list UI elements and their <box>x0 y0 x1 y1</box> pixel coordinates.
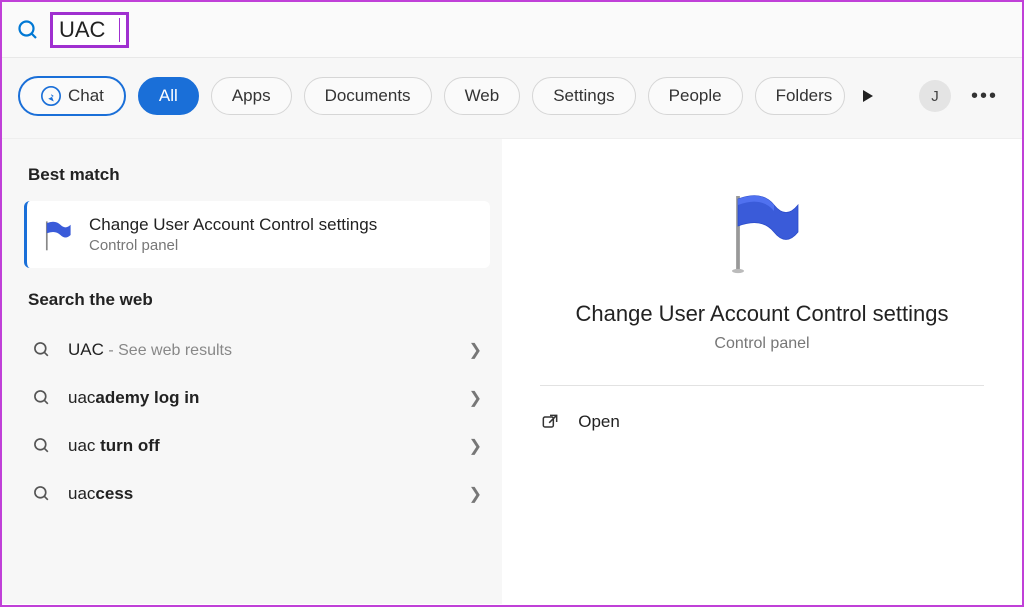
web-result-text: uac turn off <box>68 436 453 456</box>
web-result-text: uaccess <box>68 484 453 504</box>
filter-apps[interactable]: Apps <box>211 77 292 115</box>
detail-panel: Change User Account Control settings Con… <box>510 151 1014 604</box>
search-icon <box>32 436 52 456</box>
filter-folders[interactable]: Folders <box>755 77 846 115</box>
open-icon <box>540 412 560 432</box>
detail-subtitle: Control panel <box>714 335 809 353</box>
open-label: Open <box>578 412 620 432</box>
filter-all[interactable]: All <box>138 77 199 115</box>
search-input[interactable] <box>59 17 117 43</box>
results-panel: Best match Change User Account Control s… <box>2 139 502 604</box>
divider <box>540 385 984 386</box>
filter-people[interactable]: People <box>648 77 743 115</box>
detail-title: Change User Account Control settings <box>560 301 965 327</box>
best-match-card[interactable]: Change User Account Control settings Con… <box>24 201 490 268</box>
web-result-text: uacademy log in <box>68 388 453 408</box>
web-result-text: UAC - See web results <box>68 340 453 360</box>
uac-flag-icon-large <box>717 187 807 277</box>
best-match-title: Change User Account Control settings <box>89 215 377 235</box>
web-result-2[interactable]: uac turn off ❯ <box>24 422 490 470</box>
search-web-heading: Search the web <box>28 290 486 310</box>
search-input-highlight <box>50 12 129 48</box>
chevron-right-icon: ❯ <box>469 340 482 360</box>
filter-settings[interactable]: Settings <box>532 77 635 115</box>
search-icon <box>32 484 52 504</box>
chevron-right-icon: ❯ <box>469 436 482 456</box>
web-result-3[interactable]: uaccess ❯ <box>24 470 490 518</box>
chat-pill[interactable]: Chat <box>18 76 126 116</box>
web-result-0[interactable]: UAC - See web results ❯ <box>24 326 490 374</box>
text-cursor <box>119 18 120 42</box>
chevron-right-icon: ❯ <box>469 484 482 504</box>
uac-flag-icon <box>39 217 75 253</box>
search-bar <box>2 2 1022 58</box>
chevron-right-icon: ❯ <box>469 388 482 408</box>
filter-documents[interactable]: Documents <box>304 77 432 115</box>
search-icon <box>32 340 52 360</box>
open-action[interactable]: Open <box>540 406 984 438</box>
content-area: Best match Change User Account Control s… <box>2 139 1022 604</box>
user-avatar[interactable]: J <box>919 80 951 112</box>
filter-web[interactable]: Web <box>444 77 521 115</box>
bing-icon <box>40 85 62 107</box>
search-icon <box>32 388 52 408</box>
chat-label: Chat <box>68 86 104 106</box>
web-result-1[interactable]: uacademy log in ❯ <box>24 374 490 422</box>
more-menu-icon[interactable]: ••• <box>963 85 1006 108</box>
search-icon <box>16 18 40 42</box>
filter-row: Chat All Apps Documents Web Settings Peo… <box>2 58 1022 139</box>
best-match-subtitle: Control panel <box>89 237 377 254</box>
scroll-right-icon[interactable] <box>863 90 873 102</box>
best-match-heading: Best match <box>28 165 486 185</box>
